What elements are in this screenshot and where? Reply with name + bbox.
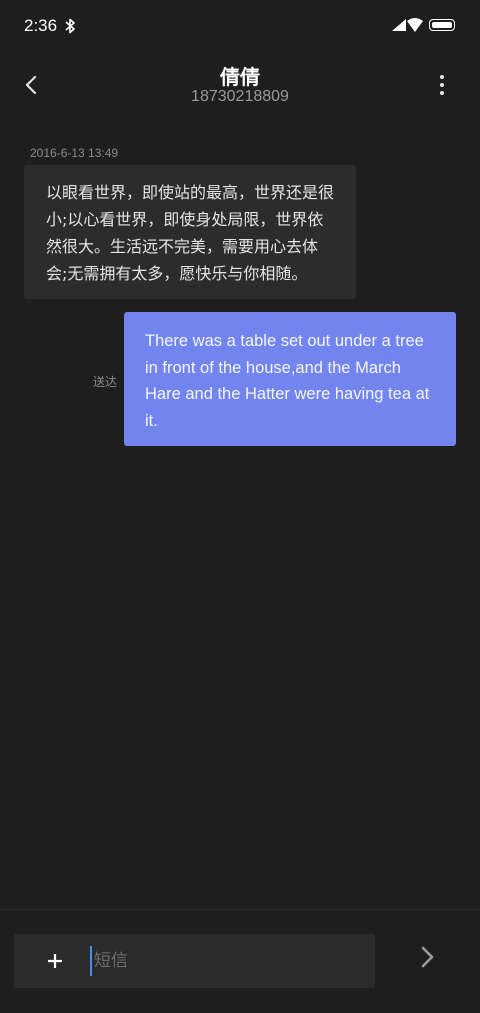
battery-icon [429,19,455,31]
send-chevron-icon [421,946,434,968]
send-button[interactable] [412,940,444,974]
contact-number: 18730218809 [191,88,289,105]
delivery-status: 送达 [93,375,118,389]
composer-box [14,934,375,988]
add-attachment-button[interactable] [42,942,68,980]
bluetooth-icon [65,18,75,34]
contact-name: 倩倩 [220,65,260,89]
plus-icon [48,954,62,968]
message-timestamp: 2016-6-13 13:49 [30,146,119,160]
signal-icon [392,19,406,31]
more-options-button[interactable] [428,68,456,102]
more-vertical-icon-dot [440,83,444,87]
conversation-header: 倩倩 18730218809 [0,52,480,116]
wifi-icon [407,18,423,32]
incoming-message-bubble[interactable]: 以眼看世界，即使站的最高，世界还是很小;以心看世界，即使身处局限，世界依然很大。… [24,165,356,299]
composer-divider [0,909,480,910]
status-time: 2:36 [24,16,58,35]
more-vertical-icon [440,75,444,79]
status-bar: 2:36 [0,0,480,52]
more-vertical-icon-dot [440,91,444,95]
outgoing-message-bubble[interactable]: There was a table set out under a tree i… [124,312,456,446]
message-input[interactable] [90,946,364,976]
battery-level [432,22,452,28]
